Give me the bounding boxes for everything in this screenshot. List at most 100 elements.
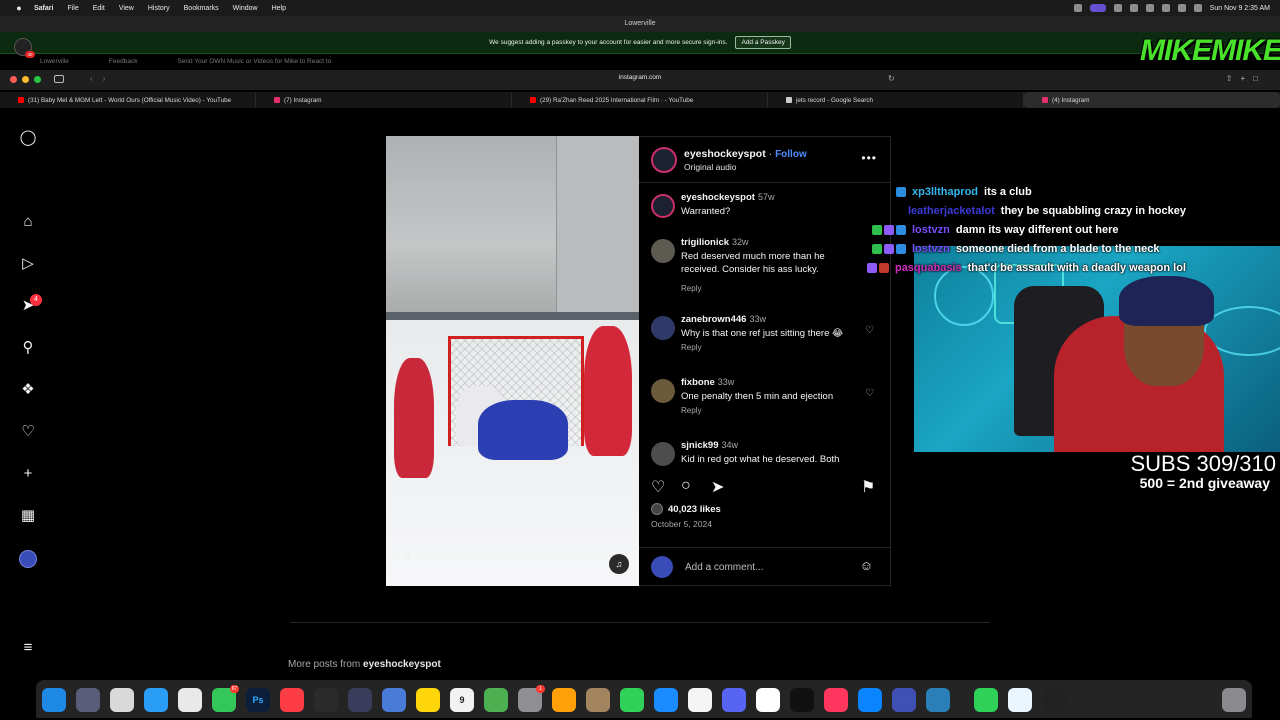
control-center-icon[interactable] <box>1193 4 1202 12</box>
commenter-avatar[interactable] <box>651 316 675 340</box>
music-icon[interactable] <box>280 688 304 712</box>
reels-icon[interactable]: ▷ <box>19 254 37 272</box>
share-send-icon[interactable]: ➤ <box>711 477 724 497</box>
calendar-icon[interactable]: 9 <box>450 688 474 712</box>
app-store-icon[interactable] <box>858 688 882 712</box>
news-icon[interactable] <box>824 688 848 712</box>
commenter-avatar[interactable] <box>651 379 675 403</box>
instagram-logo-icon[interactable]: ◯ <box>19 128 37 146</box>
more-options-icon[interactable]: ••• <box>861 151 877 165</box>
dashboard-icon[interactable]: ▦ <box>19 506 37 524</box>
logitech-icon[interactable] <box>1042 688 1066 712</box>
app-icon[interactable] <box>382 688 406 712</box>
menu-file[interactable]: File <box>67 5 78 12</box>
like-heart-icon[interactable]: ♡ <box>651 477 665 497</box>
notifications-heart-icon[interactable]: ♡ <box>19 422 37 440</box>
apple-tv-icon[interactable] <box>790 688 814 712</box>
finder-icon[interactable] <box>42 688 66 712</box>
notes-icon[interactable] <box>416 688 440 712</box>
menu-edit[interactable]: Edit <box>93 5 105 12</box>
commenter-username[interactable]: fixbone <box>681 377 715 388</box>
emoji-icon[interactable]: ☺ <box>860 558 873 573</box>
reminders-icon[interactable] <box>688 688 712 712</box>
contacts-icon[interactable] <box>586 688 610 712</box>
audio-label[interactable]: Original audio <box>684 162 736 172</box>
search-icon[interactable] <box>1177 4 1186 12</box>
follow-button[interactable]: Follow <box>775 149 807 160</box>
profile-avatar[interactable] <box>19 550 37 568</box>
chrome-icon[interactable] <box>178 688 202 712</box>
discord-icon[interactable] <box>722 688 746 712</box>
volume-icon[interactable] <box>1145 4 1154 12</box>
add-comment-input[interactable]: Add a comment... <box>685 562 763 573</box>
more-posts-username[interactable]: eyeshockeyspot <box>363 659 441 670</box>
trash-icon[interactable] <box>1222 688 1246 712</box>
address-bar[interactable]: instagram.com <box>0 74 1280 81</box>
freeform-icon[interactable] <box>756 688 780 712</box>
mail-icon[interactable] <box>654 688 678 712</box>
reload-icon[interactable]: ↻ <box>888 74 895 83</box>
menu-history[interactable]: History <box>148 5 170 12</box>
reply-link[interactable]: Reply <box>681 284 701 293</box>
commenter-avatar[interactable] <box>651 194 675 218</box>
commenter-username[interactable]: trigilionick <box>681 237 729 248</box>
menu-clock[interactable]: Sun Nov 9 2:35 AM <box>1210 5 1270 12</box>
commenter-username[interactable]: eyeshockeyspot <box>681 192 755 203</box>
facetime-icon[interactable] <box>620 688 644 712</box>
menu-help[interactable]: Help <box>272 5 286 12</box>
app-icon[interactable] <box>892 688 916 712</box>
maps-icon[interactable] <box>484 688 508 712</box>
photoshop-icon[interactable]: Ps <box>246 688 270 712</box>
like-comment-icon[interactable]: ♡ <box>865 388 874 399</box>
menu-window[interactable]: Window <box>233 5 258 12</box>
wifi-icon[interactable] <box>1161 4 1170 12</box>
commenter-username[interactable]: sjnick99 <box>681 440 719 451</box>
mute-toggle-icon[interactable]: ♫ <box>609 554 629 574</box>
my-avatar <box>651 556 673 578</box>
commenter-username[interactable]: zanebrown446 <box>681 314 746 325</box>
home-icon[interactable]: ⌂ <box>19 212 37 230</box>
messages-icon[interactable]: 67 <box>212 685 239 712</box>
chat-username: xp3llthaprod <box>912 185 979 198</box>
system-settings-icon[interactable]: 1 <box>518 685 545 712</box>
capcut-icon[interactable] <box>110 688 134 712</box>
menu-bookmarks[interactable]: Bookmarks <box>184 5 219 12</box>
status-icon[interactable] <box>1073 4 1082 12</box>
tab-instagram-7[interactable]: (7) Instagram <box>256 92 512 108</box>
commenter-avatar[interactable] <box>651 442 675 466</box>
tab-google-search[interactable]: jets record - Google Search <box>768 92 1024 108</box>
photos-icon[interactable] <box>552 688 576 712</box>
tab-youtube-film[interactable]: (29) Ra'Zhan Reed 2025 International Fil… <box>512 92 768 108</box>
author-avatar[interactable] <box>651 147 677 173</box>
reply-link[interactable]: Reply <box>681 343 701 352</box>
create-plus-icon[interactable]: + <box>19 464 37 482</box>
bookmark-icon[interactable]: ⚑ <box>861 477 875 497</box>
like-comment-icon[interactable]: ♡ <box>865 325 874 336</box>
add-passkey-button[interactable]: Add a Passkey <box>735 36 791 49</box>
app-icon[interactable] <box>926 688 950 712</box>
safari-icon[interactable] <box>144 688 168 712</box>
explore-icon[interactable]: ❖ <box>19 380 37 398</box>
bluetooth-icon[interactable] <box>1129 4 1138 12</box>
commenter-avatar[interactable] <box>651 239 675 263</box>
author-username[interactable]: eyeshockeyspot <box>684 148 766 160</box>
reply-link[interactable]: Reply <box>681 406 701 415</box>
launchpad-icon[interactable] <box>76 688 100 712</box>
post-video[interactable]: ♫ <box>386 136 639 586</box>
search-icon[interactable]: ⚲ <box>19 338 37 356</box>
moon-icon[interactable] <box>1113 4 1122 12</box>
logic-icon[interactable] <box>314 688 338 712</box>
avatar[interactable]: 40 <box>14 38 35 58</box>
share-newtab-icons[interactable]: ⇧+□ <box>1226 74 1266 83</box>
menu-view[interactable]: View <box>119 5 134 12</box>
menu-app-name[interactable]: Safari <box>34 5 53 12</box>
streaming-status-icon[interactable] <box>1089 4 1106 12</box>
tab-instagram-active[interactable]: (4) Instagram <box>1024 92 1280 108</box>
tab-youtube-music[interactable]: (31) Baby Mel & MGM Lett - World Ours (O… <box>0 92 256 108</box>
apple-menu-icon[interactable]: ● <box>14 3 24 13</box>
phone-icon[interactable] <box>974 688 998 712</box>
app-icon[interactable] <box>1008 688 1032 712</box>
likes-count[interactable]: 40,023 likes <box>668 504 721 515</box>
comment-bubble-icon[interactable]: ○ <box>681 477 691 495</box>
obs-icon[interactable] <box>348 688 372 712</box>
